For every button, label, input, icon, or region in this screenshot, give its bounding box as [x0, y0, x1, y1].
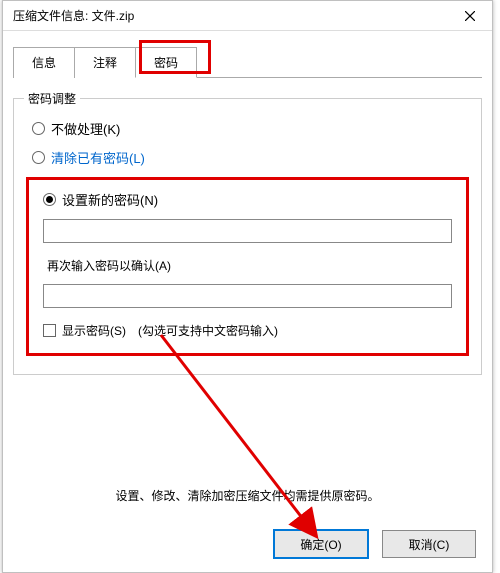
show-password-row: 显示密码(S) (勾选可支持中文密码输入): [43, 322, 452, 339]
cancel-button[interactable]: 取消(C): [382, 530, 476, 558]
tab-password-label: 密码: [154, 56, 178, 70]
password-groupbox: 密码调整 不做处理(K) 清除已有密码(L) 设置新的密码(N) 再次输入密码以…: [13, 98, 482, 375]
tab-password[interactable]: 密码: [135, 47, 197, 78]
radio-set-password[interactable]: 设置新的密码(N): [43, 190, 452, 209]
footer-hint: 设置、修改、清除加密压缩文件均需提供原密码。: [3, 487, 492, 504]
radio-icon: [32, 122, 45, 135]
show-password-hint: (勾选可支持中文密码输入): [138, 322, 278, 339]
ok-button-label: 确定(O): [300, 536, 341, 553]
titlebar: 压缩文件信息: 文件.zip: [3, 1, 492, 31]
radio-clear-label: 清除已有密码(L): [51, 148, 145, 167]
close-icon[interactable]: [448, 1, 492, 31]
tab-comment-label: 注释: [93, 56, 117, 70]
radio-no-action[interactable]: 不做处理(K): [32, 119, 469, 138]
confirm-label: 再次输入密码以确认(A): [47, 257, 452, 274]
tab-bar: 信息 注释 密码: [13, 46, 482, 78]
radio-set-label: 设置新的密码(N): [62, 190, 158, 209]
radio-no-action-label: 不做处理(K): [51, 119, 120, 138]
password-input[interactable]: [43, 219, 452, 243]
password-confirm-input[interactable]: [43, 284, 452, 308]
radio-icon: [32, 151, 45, 164]
radio-clear-password[interactable]: 清除已有密码(L): [32, 148, 469, 167]
set-password-section: 设置新的密码(N) 再次输入密码以确认(A) 显示密码(S) (勾选可支持中文密…: [26, 177, 469, 356]
button-bar: 确定(O) 取消(C): [274, 530, 476, 558]
ok-button[interactable]: 确定(O): [274, 530, 368, 558]
tab-comment[interactable]: 注释: [74, 47, 136, 78]
show-password-label: 显示密码(S): [62, 322, 126, 339]
cancel-button-label: 取消(C): [409, 536, 450, 553]
groupbox-title: 密码调整: [24, 90, 80, 107]
title-text: 压缩文件信息: 文件.zip: [13, 7, 448, 24]
content-area: 信息 注释 密码 密码调整 不做处理(K) 清除已有密码(L) 设置新的密码(N…: [3, 31, 492, 385]
tab-info[interactable]: 信息: [13, 47, 75, 78]
dialog-window: 压缩文件信息: 文件.zip 信息 注释 密码 密码调整 不做处理(K) 清除已…: [2, 0, 493, 573]
radio-icon: [43, 193, 56, 206]
tab-info-label: 信息: [32, 56, 56, 70]
show-password-checkbox[interactable]: [43, 324, 56, 337]
